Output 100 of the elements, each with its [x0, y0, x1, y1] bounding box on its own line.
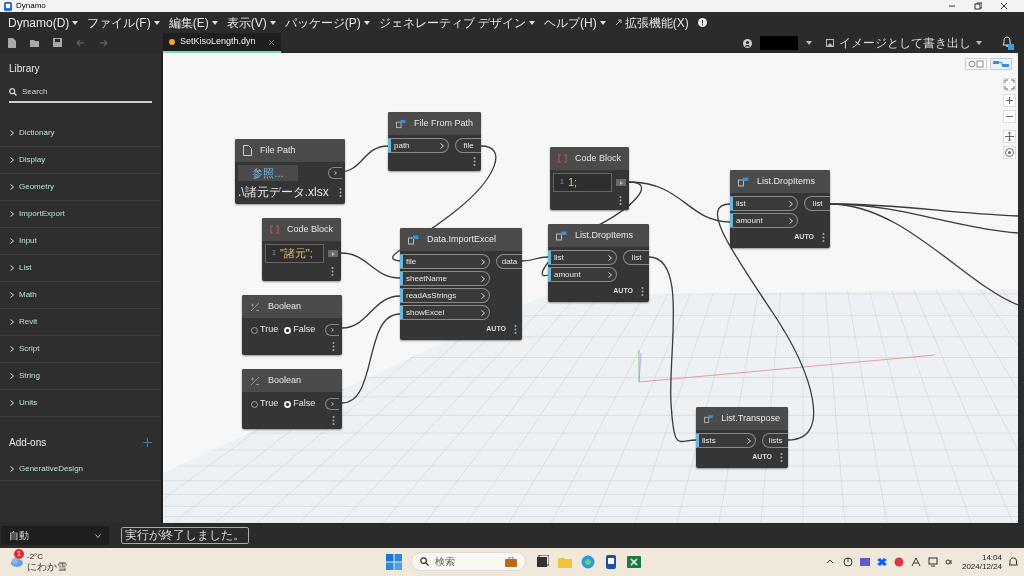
input-port[interactable]: amount — [548, 267, 617, 282]
library-category[interactable]: List — [0, 255, 161, 282]
security-icon[interactable] — [893, 557, 904, 567]
geometry-view-icon[interactable] — [965, 58, 987, 70]
node-card[interactable]: File Path 参照... .\諸元データ.xlsx — [235, 139, 345, 204]
zoom-in-icon[interactable] — [1004, 95, 1015, 106]
weather-icon[interactable] — [10, 556, 24, 568]
menu-item[interactable]: 拡張機能(X) — [614, 13, 689, 32]
more-icon[interactable] — [619, 196, 622, 205]
more-icon[interactable] — [473, 157, 476, 166]
output-port[interactable] — [616, 179, 626, 186]
library-category[interactable]: Revit — [0, 309, 161, 336]
input-port[interactable]: list — [730, 196, 798, 211]
output-port[interactable]: file — [455, 138, 481, 153]
node-icon — [738, 176, 749, 187]
more-icon[interactable] — [514, 324, 517, 334]
toolbar-button[interactable] — [7, 38, 17, 48]
more-icon[interactable] — [332, 342, 335, 351]
menu-item[interactable]: 編集(E) — [168, 13, 218, 32]
spreadsheet-app-icon[interactable] — [627, 554, 641, 569]
bell-icon[interactable] — [1009, 557, 1018, 567]
more-icon[interactable] — [822, 232, 825, 242]
input-port[interactable]: path — [388, 138, 449, 153]
input-port[interactable]: showExcel — [400, 305, 490, 320]
input-method-icon[interactable] — [910, 557, 921, 567]
radio-option[interactable]: True — [251, 397, 279, 411]
library-title: Library — [8, 62, 41, 76]
library-category[interactable]: Display — [0, 147, 161, 174]
dropbox-icon[interactable] — [876, 557, 887, 567]
radio-option[interactable]: False — [284, 323, 316, 337]
library-category[interactable]: Geometry — [0, 174, 161, 201]
input-port[interactable]: amount — [730, 213, 798, 228]
more-icon[interactable] — [331, 267, 334, 276]
export-image-button[interactable]: イメージとして書き出し — [826, 34, 982, 52]
node-title: Code Block — [286, 222, 333, 236]
more-icon[interactable] — [641, 286, 644, 296]
input-port[interactable]: lists — [696, 433, 756, 448]
graph-view-icon[interactable] — [990, 58, 1012, 70]
restore-icon[interactable] — [974, 2, 982, 10]
close-icon[interactable] — [1000, 2, 1008, 10]
library-category[interactable]: Dictionary — [0, 120, 161, 147]
chevron-icon — [331, 402, 334, 406]
menu-item[interactable]: ヘルプ(H) — [544, 13, 606, 32]
search-icon — [9, 88, 17, 96]
more-icon[interactable] — [332, 416, 335, 425]
input-port[interactable]: sheetName — [400, 271, 490, 286]
library-category[interactable]: GenerativeDesign — [0, 457, 161, 481]
library-category[interactable]: Script — [0, 336, 161, 363]
notification-badge — [1008, 44, 1014, 50]
fit-view-icon[interactable] — [1004, 79, 1015, 90]
browser-icon[interactable] — [581, 554, 595, 569]
library-category[interactable]: Math — [0, 282, 161, 309]
toolbar-button[interactable] — [53, 38, 63, 48]
library-category[interactable]: Input — [0, 228, 161, 255]
output-port[interactable]: data — [496, 254, 522, 269]
redo-icon — [99, 38, 109, 48]
radio-option[interactable]: True — [251, 323, 279, 337]
output-port[interactable]: list — [623, 250, 649, 265]
user-icon[interactable] — [743, 38, 752, 48]
add-icon[interactable] — [143, 438, 152, 447]
node-card[interactable]: File From Path path file — [388, 112, 481, 171]
input-port[interactable]: file — [400, 254, 490, 269]
taskbar-search-field[interactable]: 検索 — [411, 552, 526, 571]
search-placeholder: 検索 — [435, 555, 455, 569]
output-port[interactable]: list — [804, 196, 830, 211]
toolbar-button[interactable] — [30, 38, 40, 48]
briefcase-icon — [505, 556, 517, 567]
browse-button[interactable]: 参照... — [238, 165, 298, 181]
code-text: "諸元"; — [279, 246, 313, 262]
dynamo-app-icon[interactable] — [604, 554, 618, 569]
library-category[interactable]: ImportExport — [0, 201, 161, 228]
minimize-icon[interactable] — [948, 2, 956, 10]
run-mode-dropdown[interactable]: 自動 — [1, 526, 109, 545]
task-view-icon[interactable] — [535, 554, 549, 569]
more-icon[interactable] — [339, 187, 342, 197]
output-port[interactable]: lists — [762, 433, 788, 448]
teams-icon[interactable] — [859, 557, 870, 567]
more-icon[interactable] — [780, 452, 783, 462]
menu-item[interactable]: 表示(V) — [226, 13, 276, 32]
output-port[interactable] — [328, 250, 338, 257]
menu-item[interactable]: パッケージ(P) — [284, 13, 370, 32]
input-port[interactable]: readAsStrings — [400, 288, 490, 303]
radio-option[interactable]: False — [284, 397, 316, 411]
menu-item[interactable]: ジェネレーティブ デザイン — [378, 13, 535, 32]
menu-item[interactable]: ファイル(F) — [87, 13, 160, 32]
file-tab[interactable]: SetKisoLength.dyn — [163, 33, 281, 53]
library-category[interactable]: Units — [0, 390, 161, 417]
library-category[interactable]: String — [0, 363, 161, 390]
display-icon[interactable] — [927, 557, 938, 567]
pan-icon[interactable] — [1004, 131, 1015, 142]
chevron-icon — [619, 180, 623, 185]
orbit-icon[interactable] — [1004, 147, 1015, 158]
alert-icon[interactable] — [697, 18, 707, 27]
chevron-icon — [440, 142, 444, 149]
start-icon[interactable] — [386, 553, 402, 570]
input-port[interactable]: list — [548, 250, 617, 265]
menu-item[interactable]: Dynamo(D) — [8, 13, 79, 32]
node-card[interactable]: Boolean True False — [242, 369, 342, 429]
search-field[interactable]: Search — [9, 86, 152, 103]
node-card[interactable]: Boolean True False — [242, 295, 342, 355]
